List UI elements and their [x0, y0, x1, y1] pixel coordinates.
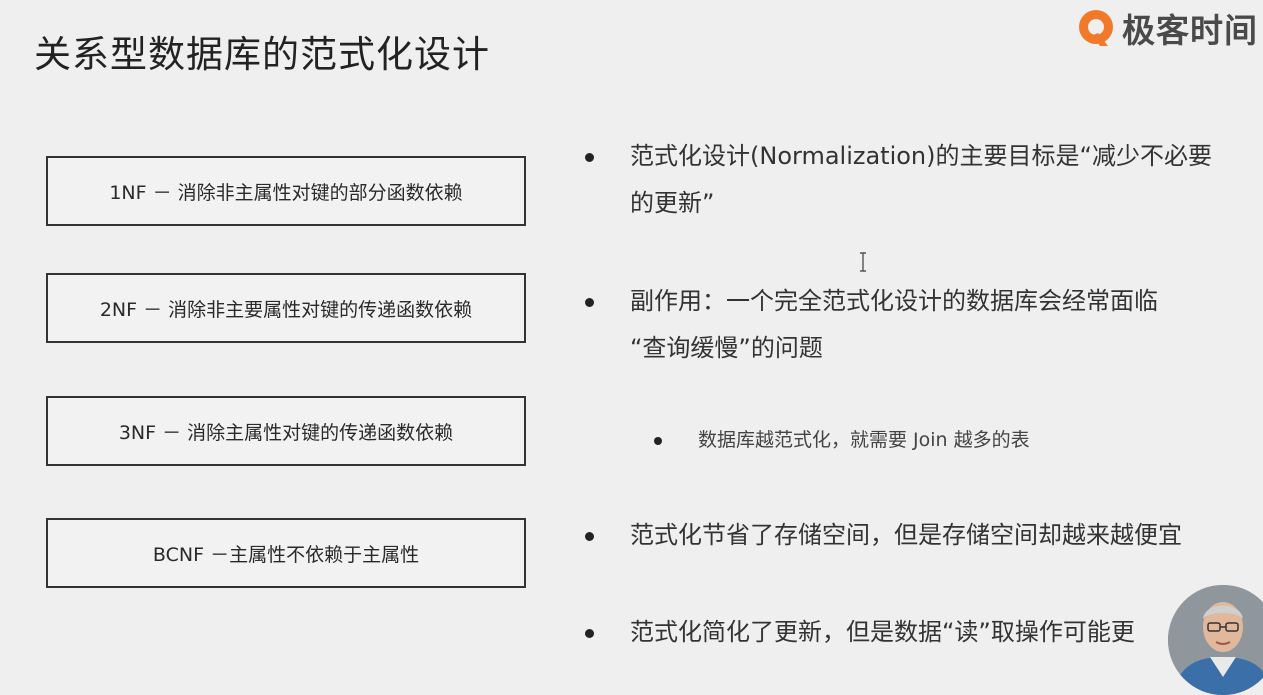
text-cursor-icon: [860, 252, 866, 272]
nf-label-3nf: 3NF － 消除主属性对键的传递函数依赖: [118, 421, 454, 444]
bullet-dot: [654, 437, 662, 445]
bullet-storage: 范式化节省了存储空间，但是存储空间却越来越便宜: [585, 512, 1255, 559]
sub-bullet-join: 数据库越范式化，就需要 Join 越多的表: [654, 425, 1030, 455]
geektime-logo: 极客时间: [1074, 4, 1258, 52]
bullet-dot: [585, 298, 594, 307]
bullet-text: 范式化节省了存储空间，但是存储空间却越来越便宜: [630, 521, 1182, 549]
bullet-text: 范式化设计(Normalization)的主要目标是“减少不必要 的更新”: [630, 142, 1212, 217]
slide-title: 关系型数据库的范式化设计: [34, 33, 490, 76]
presenter-portrait-icon: [1168, 585, 1263, 695]
nf-box-bcnf: BCNF －主属性不依赖于主属性: [46, 518, 526, 588]
nf-box-2nf: 2NF － 消除非主要属性对键的传递函数依赖: [46, 273, 526, 343]
bullet-dot: [585, 532, 594, 541]
bullet-side-effect: 副作用：一个完全范式化设计的数据库会经常面临 “查询缓慢”的问题: [585, 278, 1255, 372]
logo-text: 极客时间: [1122, 11, 1258, 50]
nf-box-3nf: 3NF － 消除主属性对键的传递函数依赖: [46, 396, 526, 466]
bullet-text: 范式化简化了更新，但是数据“读”取操作可能更: [630, 618, 1135, 646]
bullet-simplify: 范式化简化了更新，但是数据“读”取操作可能更: [585, 609, 1205, 656]
nf-label-1nf: 1NF － 消除非主属性对键的部分函数依赖: [109, 181, 463, 204]
bullet-normalization-goal: 范式化设计(Normalization)的主要目标是“减少不必要 的更新”: [585, 133, 1255, 227]
sub-bullet-text: 数据库越范式化，就需要 Join 越多的表: [698, 429, 1030, 451]
bullet-dot: [585, 629, 594, 638]
bullet-dot: [585, 153, 594, 162]
bullet-text: 副作用：一个完全范式化设计的数据库会经常面临 “查询缓慢”的问题: [630, 287, 1158, 362]
presenter-video-avatar: [1168, 585, 1263, 695]
geektime-logo-icon: [1079, 10, 1113, 46]
nf-label-bcnf: BCNF －主属性不依赖于主属性: [152, 543, 420, 566]
nf-label-2nf: 2NF － 消除非主要属性对键的传递函数依赖: [99, 298, 473, 321]
nf-box-1nf: 1NF － 消除非主属性对键的部分函数依赖: [46, 156, 526, 226]
